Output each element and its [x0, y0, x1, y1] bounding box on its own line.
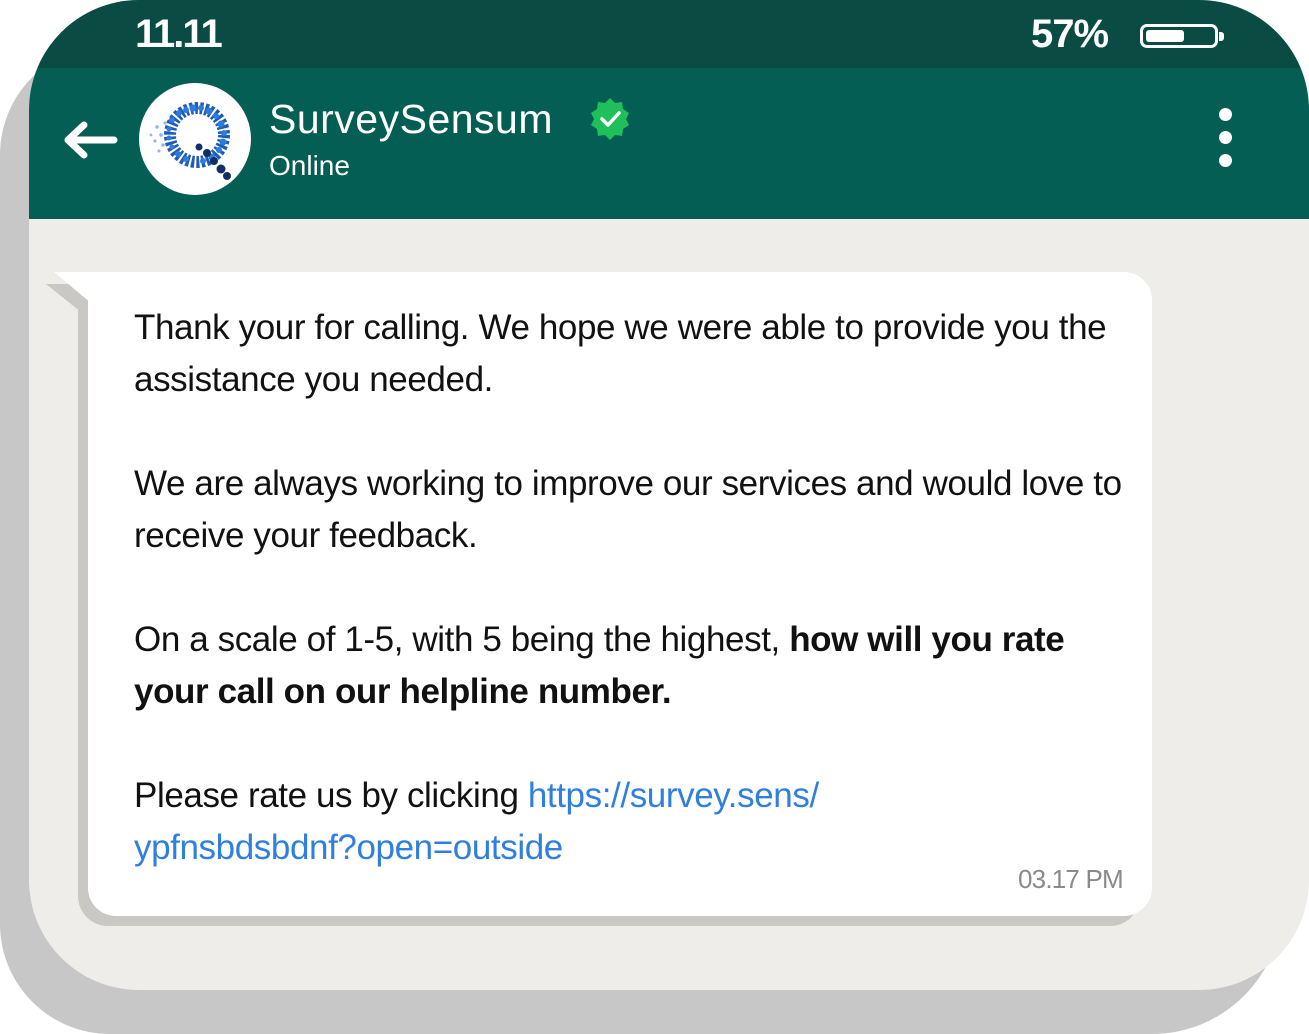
- battery-icon: [1140, 24, 1224, 48]
- more-vertical-icon[interactable]: [1215, 108, 1235, 168]
- message-paragraph-4: Please rate us by clicking https://surve…: [134, 770, 1124, 874]
- menu-dot: [1218, 131, 1232, 144]
- message-paragraph-3: On a scale of 1-5, with 5 being the high…: [134, 614, 1124, 718]
- contact-status: Online: [269, 150, 350, 181]
- message-paragraph-2: We are always working to improve our ser…: [134, 464, 1122, 555]
- surveysensum-logo: [149, 102, 231, 180]
- menu-dot: [1218, 108, 1232, 121]
- message-paragraph-1: Thank your for calling. We hope we were …: [134, 308, 1107, 399]
- contact-name[interactable]: SurveySensum: [269, 96, 553, 143]
- survey-link-part-2: ypfnsbdsbdnf?open=outside: [134, 828, 563, 867]
- message-paragraph-3-text: On a scale of 1-5, with 5 being the high…: [134, 620, 790, 659]
- battery-percentage: 57%: [1031, 12, 1109, 56]
- arrow-left-icon[interactable]: [62, 120, 118, 160]
- verified-badge-icon: [591, 98, 629, 140]
- avatar[interactable]: [139, 83, 251, 195]
- message-paragraph-4-text: Please rate us by clicking: [134, 776, 528, 815]
- menu-dot: [1218, 154, 1232, 167]
- chat-header: SurveySensum Online: [29, 68, 1309, 219]
- status-time: 11.11: [135, 12, 223, 56]
- battery-level: [1146, 30, 1184, 42]
- message-time: 03.17 PM: [1018, 864, 1124, 894]
- status-bar: 11.11 57%: [29, 0, 1309, 68]
- message-text: Thank your for calling. We hope we were …: [134, 302, 1124, 874]
- bubble-tail: [54, 272, 92, 304]
- survey-link-part-1: https://survey.sens/: [527, 776, 819, 815]
